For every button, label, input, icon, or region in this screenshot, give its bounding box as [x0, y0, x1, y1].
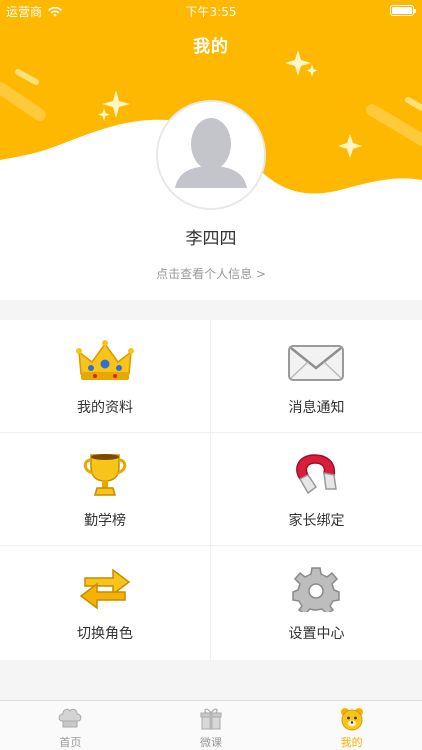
crown-icon: [76, 340, 134, 380]
profile-header: 我的 李四四 点击查看个人信息 >: [0, 0, 422, 300]
menu-label: 消息通知: [288, 400, 345, 416]
page-title: 我的: [193, 37, 229, 57]
tab-home[interactable]: 首页: [0, 701, 141, 750]
trophy-icon: [83, 454, 127, 496]
menu-grid: 我的资料 消息通知 勤学榜 家长绑定 切换角色 设置中心: [0, 320, 422, 660]
menu-label: 设置中心: [288, 626, 345, 642]
tab-label: 微课: [200, 736, 222, 749]
menu-item-notifications[interactable]: 消息通知: [211, 320, 422, 433]
gear-icon: [292, 567, 340, 612]
menu-item-parent-binding[interactable]: 家长绑定: [211, 433, 422, 546]
magnet-icon: [296, 454, 337, 495]
menu-item-my-profile[interactable]: 我的资料: [0, 320, 211, 433]
gift-box-icon: [200, 708, 222, 730]
tab-bar: 首页 微课 我的: [0, 700, 422, 750]
view-profile-link[interactable]: 点击查看个人信息 >: [0, 265, 422, 282]
switch-arrows-icon: [79, 568, 131, 610]
menu-item-leaderboard[interactable]: 勤学榜: [0, 433, 211, 546]
default-user-icon: [175, 118, 247, 188]
menu-item-switch-role[interactable]: 切换角色: [0, 546, 211, 660]
bear-icon: [340, 708, 363, 731]
tab-label: 首页: [59, 736, 82, 749]
tab-mine[interactable]: 我的: [281, 701, 422, 750]
menu-label: 勤学榜: [84, 513, 126, 529]
menu-label: 切换角色: [77, 626, 133, 642]
avatar[interactable]: [156, 100, 266, 210]
tab-label: 我的: [340, 736, 363, 749]
menu-label: 家长绑定: [288, 513, 345, 529]
status-time: 下午3:55: [185, 5, 237, 19]
menu-item-settings[interactable]: 设置中心: [211, 546, 422, 660]
chef-hat-icon: [58, 708, 82, 728]
menu-label: 我的资料: [77, 400, 133, 416]
tab-micro-course[interactable]: 微课: [141, 701, 282, 750]
envelope-icon: [288, 345, 344, 381]
battery-level: [392, 7, 412, 14]
status-bar: 运营商 下午3:55: [0, 0, 422, 22]
username: 李四四: [185, 229, 237, 249]
battery-icon: [390, 5, 416, 16]
